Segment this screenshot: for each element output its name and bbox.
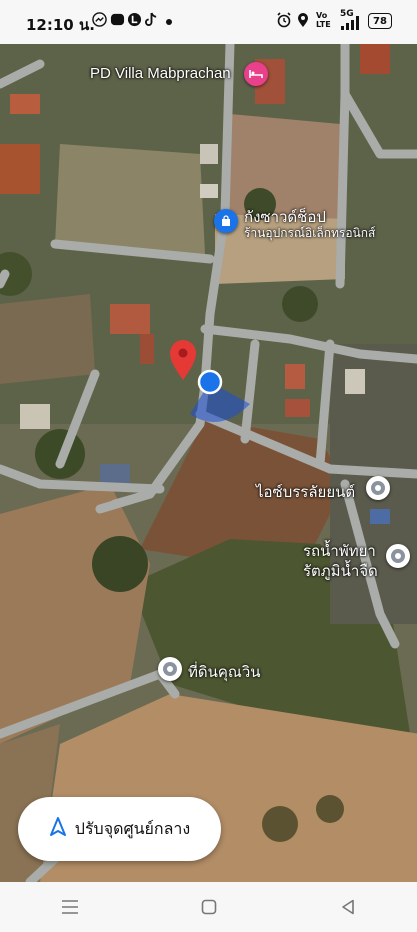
tiktok-icon [145, 12, 158, 30]
alarm-icon [276, 12, 292, 31]
map-imagery[interactable] [0, 44, 417, 882]
hotel-icon[interactable] [244, 62, 268, 86]
recenter-button-label: ปรับจุดศูนย์กลาง [74, 820, 191, 838]
navigation-arrow-icon [49, 816, 67, 842]
location-icon [296, 12, 310, 31]
status-bar: 12:10 น. Vo LTE 5G 78 [0, 0, 417, 44]
place-subtitle-electronics: ร้านอุปกรณ์อิเล็กทรอนิกส์ [244, 226, 376, 240]
place-pin-icon[interactable] [366, 476, 390, 500]
back-icon[interactable] [328, 892, 368, 922]
l-app-icon [127, 12, 142, 30]
menu-icon[interactable] [50, 892, 90, 922]
place-pin-icon[interactable] [386, 544, 410, 568]
place-label-pd-villa[interactable]: PD Villa Mabprachan [90, 65, 231, 82]
volte-label: Vo LTE [316, 11, 331, 29]
system-nav-bar [0, 882, 417, 932]
place-label-ice-banlai[interactable]: ไอซ์บรรลัยยนต์ [256, 480, 355, 504]
satellite-map[interactable]: PD Villa Mabprachan กังซาวด์ช็อป ร้านอุป… [0, 44, 417, 882]
messenger-icon [92, 12, 107, 30]
shopping-bag-icon[interactable] [214, 209, 238, 233]
current-location-dot [197, 369, 223, 395]
place-pin-icon[interactable] [158, 657, 182, 681]
place-label-water-truck-2[interactable]: รัตภูมิน้ำจืด [303, 559, 378, 583]
recenter-button[interactable]: ปรับจุดศูนย์กลาง [18, 797, 221, 861]
status-time: 12:10 น. [26, 16, 95, 34]
notification-dot-icon [166, 14, 172, 28]
home-icon[interactable] [189, 892, 229, 922]
signal-icon [340, 16, 362, 33]
place-label-khun-win-land[interactable]: ที่ดินคุณวิน [188, 660, 261, 684]
battery-indicator: 78 [368, 13, 392, 29]
line-icon [110, 12, 125, 30]
